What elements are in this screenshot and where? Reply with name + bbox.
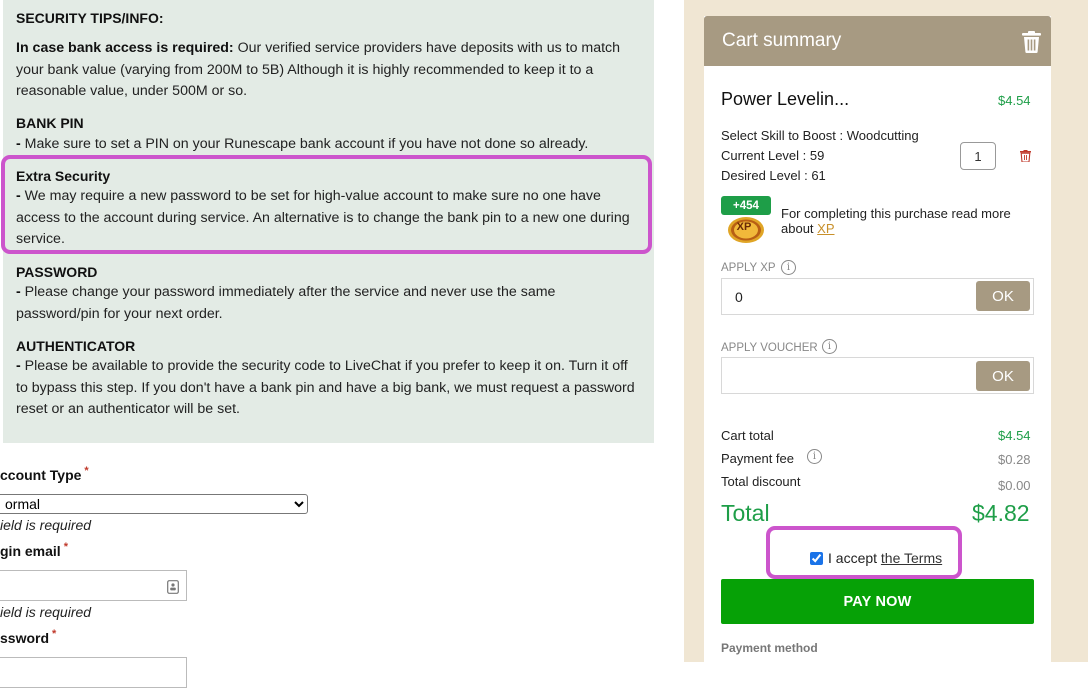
login-email-label-text: gin email [0, 543, 61, 559]
password-title: PASSWORD [16, 264, 98, 280]
apply-xp-ok-button[interactable]: OK [976, 281, 1030, 311]
quantity-input[interactable]: 1 [960, 142, 996, 170]
cart-total-label: Cart total [721, 428, 774, 443]
required-mark: * [52, 628, 57, 640]
bank-pin-text: Make sure to set a PIN on your Runescape… [20, 136, 589, 152]
info-icon[interactable]: i [781, 260, 796, 275]
cart-item-price: $4.54 [998, 93, 1031, 108]
cart-summary-title: Cart summary [722, 30, 842, 51]
payment-method-label: Payment method [721, 641, 818, 655]
security-info-title: SECURITY TIPS/INFO: [16, 10, 164, 26]
account-type-error: ield is required [0, 517, 92, 533]
xp-note: For completing this purchase read more a… [781, 206, 1031, 236]
pay-now-button[interactable]: PAY NOW [721, 579, 1034, 624]
password-text: Please change your password immediately … [16, 284, 556, 322]
xp-note-text: For completing this purchase read more a… [781, 206, 1011, 236]
contact-card-icon [167, 580, 179, 594]
required-mark: * [84, 465, 89, 477]
account-type-label: ccount Type * [0, 465, 89, 483]
info-icon[interactable]: i [807, 449, 822, 464]
info-icon[interactable]: i [822, 339, 837, 354]
password-paragraph: - Please change your password immediatel… [16, 282, 640, 325]
apply-xp-label: APPLY XP [721, 262, 776, 274]
login-email-error: ield is required [0, 604, 92, 620]
desired-level-line: Desired Level : 61 [721, 168, 826, 183]
cart-item-name: Power Levelin... [721, 89, 850, 109]
cart-total-value: $4.54 [998, 428, 1031, 443]
bank-access-paragraph: In case bank access is required: Our ver… [16, 38, 640, 103]
authenticator-paragraph: - Please be available to provide the sec… [16, 356, 640, 421]
trash-icon[interactable] [1022, 31, 1041, 53]
authenticator-title: AUTHENTICATOR [16, 338, 136, 354]
xp-amount-badge: +454 [721, 196, 771, 215]
apply-voucher-ok-button[interactable]: OK [976, 361, 1030, 391]
extra-security-highlight [1, 155, 652, 254]
authenticator-text: Please be available to provide the secur… [16, 358, 635, 417]
required-mark: * [63, 541, 68, 553]
total-discount-label: Total discount [721, 474, 801, 489]
apply-xp-value: 0 [735, 289, 743, 305]
trash-icon[interactable] [1020, 150, 1031, 162]
login-email-label: gin email * [0, 541, 68, 559]
account-type-label-text: ccount Type [0, 467, 82, 483]
login-email-field[interactable] [0, 570, 187, 601]
xp-badge: XP +454 [720, 196, 772, 244]
apply-voucher-label: APPLY VOUCHER [721, 342, 818, 354]
account-type-select[interactable]: ormal [0, 494, 308, 514]
total-discount-value: $0.00 [998, 478, 1031, 493]
bank-pin-paragraph: - Make sure to set a PIN on your Runesca… [16, 134, 640, 156]
xp-link[interactable]: XP [817, 221, 834, 236]
current-level-line: Current Level : 59 [721, 148, 825, 163]
xp-coin-text: XP [736, 221, 752, 233]
bank-access-lead: In case bank access is required: [16, 40, 234, 56]
bank-pin-title: BANK PIN [16, 115, 84, 131]
payment-fee-value: $0.28 [998, 452, 1031, 467]
grand-total-value: $4.82 [972, 500, 1030, 526]
terms-highlight [766, 526, 962, 579]
payment-fee-label: Payment fee [721, 451, 794, 466]
skill-line: Select Skill to Boost : Woodcutting [721, 128, 919, 143]
password-label: ssword * [0, 628, 56, 646]
grand-total-label: Total [721, 500, 770, 526]
password-label-text: ssword [0, 630, 50, 646]
